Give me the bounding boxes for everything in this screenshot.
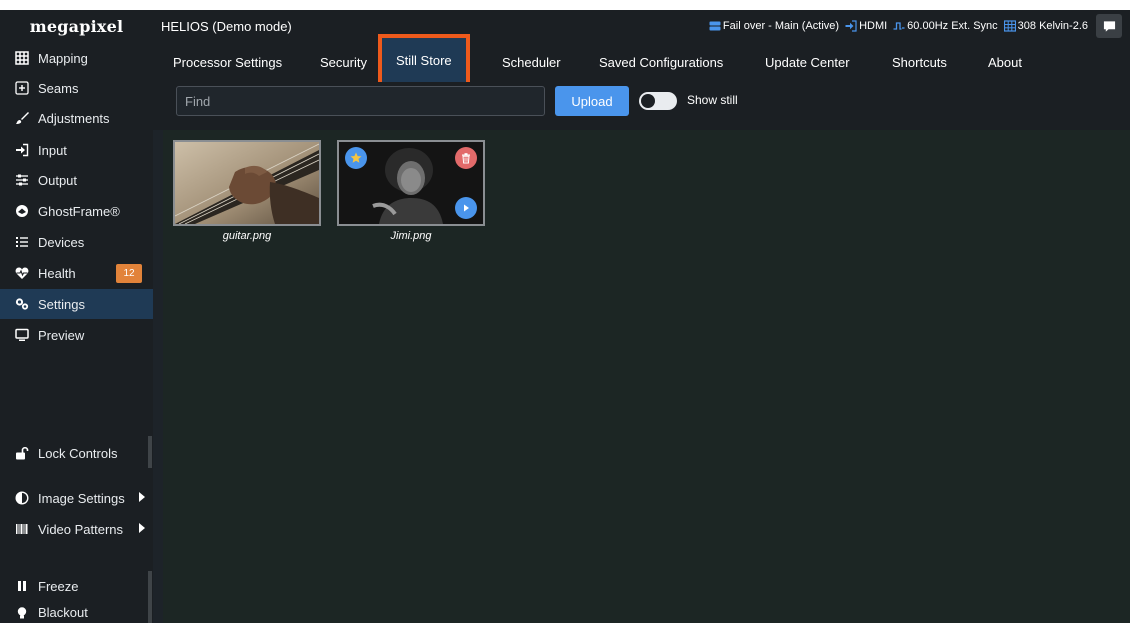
sidebar-item-settings[interactable]: Settings <box>0 289 153 319</box>
trash-icon <box>462 153 470 164</box>
grid-icon <box>14 50 30 66</box>
blackout-button[interactable]: Blackout <box>0 602 153 623</box>
sidebar-item-mapping[interactable]: Mapping <box>0 43 153 73</box>
sidebar: megapixel Mapping Seams Adjustments Inpu… <box>0 10 153 623</box>
brush-icon <box>14 110 30 126</box>
input-status: HDMI <box>859 20 888 32</box>
sidebar-item-label: Adjustments <box>38 110 110 126</box>
app-title: HELIOS (Demo mode) <box>161 19 292 34</box>
still-thumbnail-jimi[interactable] <box>337 140 485 226</box>
color-temp-status: 308 Kelvin-2.6 <box>1017 20 1088 32</box>
play-icon <box>464 204 469 212</box>
sidebar-item-health[interactable]: Health 12 <box>0 258 153 288</box>
sidebar-item-ghostframe[interactable]: GhostFrame® <box>0 196 153 226</box>
sidebar-item-label: Mapping <box>38 50 88 66</box>
app-window: megapixel Mapping Seams Adjustments Inpu… <box>0 10 1130 623</box>
tab-security[interactable]: Security <box>320 43 367 82</box>
show-still-label: Show still <box>687 93 738 107</box>
heartbeat-icon <box>14 265 30 281</box>
tab-processor-settings[interactable]: Processor Settings <box>173 43 282 82</box>
play-button[interactable] <box>455 197 477 219</box>
sidebar-item-label: Preview <box>38 327 85 343</box>
sidebar-item-label: Input <box>38 142 67 158</box>
server-icon <box>709 20 721 32</box>
lock-controls-label: Lock Controls <box>38 445 118 461</box>
contrast-icon <box>14 490 30 506</box>
sidebar-item-label: Settings <box>38 296 85 312</box>
chat-button[interactable] <box>1096 14 1122 38</box>
toggle-knob <box>641 94 655 108</box>
caret-right-icon <box>139 492 145 502</box>
blackout-label: Blackout <box>38 605 88 620</box>
sign-in-icon <box>14 142 30 158</box>
sidebar-item-label: Seams <box>38 80 79 96</box>
sign-in-icon <box>845 20 857 32</box>
delete-button[interactable] <box>455 147 477 169</box>
image-settings-menu[interactable]: Image Settings <box>0 483 153 513</box>
upload-button[interactable]: Upload <box>555 86 629 116</box>
unlock-icon <box>14 445 30 461</box>
still-thumbnail-guitar[interactable] <box>173 140 321 226</box>
plus-square-icon <box>14 80 30 96</box>
sidebar-item-seams[interactable]: Seams <box>0 73 153 103</box>
favorite-button[interactable] <box>345 147 367 169</box>
sync-status: 60.00Hz Ext. Sync <box>907 20 998 32</box>
sidebar-item-label: Health <box>38 265 76 281</box>
tab-about[interactable]: About <box>988 43 1022 82</box>
find-input[interactable] <box>176 86 545 116</box>
sidebar-item-label: GhostFrame® <box>38 203 120 219</box>
monitor-icon <box>14 327 30 343</box>
health-alert-badge: 12 <box>116 264 142 283</box>
sidebar-item-output[interactable]: Output <box>0 165 153 195</box>
sidebar-item-input[interactable]: Input <box>0 135 153 165</box>
freeze-button[interactable]: Freeze <box>0 571 153 601</box>
guitar-image <box>175 142 319 224</box>
ghostframe-icon <box>14 203 30 219</box>
tab-saved-configurations[interactable]: Saved Configurations <box>599 43 723 82</box>
sidebar-item-label: Output <box>38 172 78 188</box>
sidebar-item-preview[interactable]: Preview <box>0 320 153 350</box>
comment-icon <box>1103 20 1115 32</box>
lightbulb-icon <box>14 605 30 621</box>
star-icon <box>350 152 362 163</box>
show-still-toggle[interactable] <box>639 92 677 110</box>
settings-tabs: Processor Settings Security Still Store … <box>153 34 1130 86</box>
sliders-icon <box>14 172 30 188</box>
freeze-label: Freeze <box>38 578 79 594</box>
tab-update-center[interactable]: Update Center <box>765 43 850 82</box>
tab-shortcuts[interactable]: Shortcuts <box>892 43 947 82</box>
image-settings-label: Image Settings <box>38 490 125 506</box>
video-patterns-label: Video Patterns <box>38 521 124 537</box>
cogs-icon <box>14 296 30 312</box>
status-bar: Fail over - Main (Active) HDMI 60.00Hz E… <box>703 20 1088 32</box>
top-header: HELIOS (Demo mode) Fail over - Main (Act… <box>153 10 1130 43</box>
table-icon <box>1003 20 1016 32</box>
app-logo: megapixel <box>29 17 124 36</box>
sidebar-item-label: Devices <box>38 234 85 250</box>
sync-wave-icon <box>893 20 905 32</box>
lock-controls-button[interactable]: Lock Controls <box>0 438 153 468</box>
failover-status: Fail over - Main (Active) <box>722 20 840 32</box>
still-store-gallery: guitar.png Jimi.png <box>163 130 1130 623</box>
tab-scheduler[interactable]: Scheduler <box>502 43 561 82</box>
still-store-toolbar: Upload Show still <box>153 82 1130 130</box>
pause-icon <box>14 578 30 594</box>
still-filename: guitar.png <box>222 230 272 242</box>
list-icon <box>14 234 30 250</box>
sidebar-item-adjustments[interactable]: Adjustments <box>0 103 153 133</box>
caret-right-icon <box>139 523 145 533</box>
sidebar-item-devices[interactable]: Devices <box>0 227 153 257</box>
tab-still-store[interactable]: Still Store <box>378 34 470 86</box>
still-filename: Jimi.png <box>390 230 432 242</box>
video-patterns-menu[interactable]: Video Patterns <box>0 514 153 544</box>
barcode-icon <box>14 521 30 537</box>
